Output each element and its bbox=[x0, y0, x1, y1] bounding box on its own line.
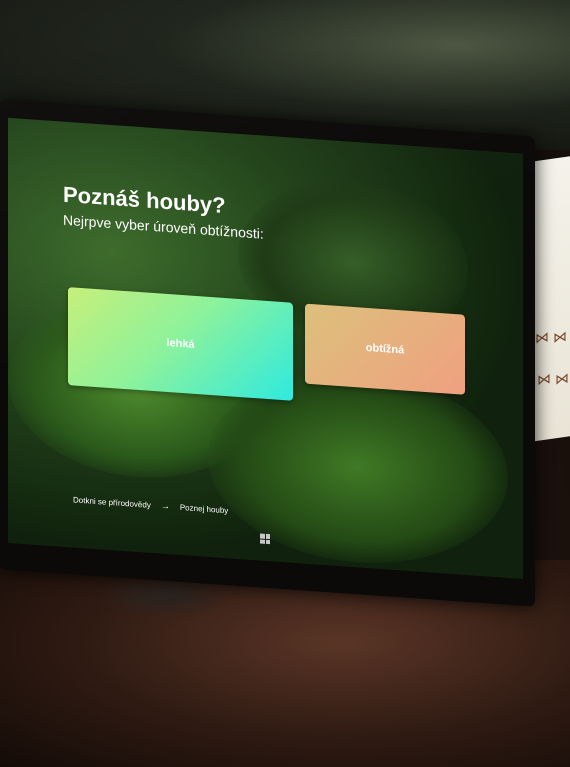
kiosk-screen: Poznáš houby? Nejrpve vyber úroveň obtíž… bbox=[8, 117, 523, 579]
breadcrumb: Dotkni se přírodovědy → Poznej houby bbox=[73, 494, 228, 515]
easy-level-button[interactable]: lehká bbox=[68, 287, 293, 401]
monitor-bezel: Poznáš houby? Nejrpve vyber úroveň obtíž… bbox=[0, 99, 535, 607]
difficulty-prompt: Nejrpve vyber úroveň obtížnosti: bbox=[63, 211, 264, 242]
butterfly-icon: ⋈ bbox=[537, 370, 551, 389]
butterfly-icon: ⋈ bbox=[555, 370, 569, 389]
easy-level-label: lehká bbox=[166, 336, 195, 351]
windows-logo-icon bbox=[260, 533, 270, 545]
butterfly-icon: ⋈ bbox=[535, 329, 549, 348]
breadcrumb-home-link[interactable]: Dotkni se přírodovědy bbox=[73, 495, 151, 509]
hard-level-button[interactable]: obtížná bbox=[305, 303, 465, 395]
arrow-right-icon: → bbox=[160, 500, 170, 512]
hard-level-label: obtížná bbox=[365, 341, 405, 357]
photo-scene: ⋈ ⋈ ⋈ ⋈ Poznáš houby? Nejrpve vyber úrov… bbox=[0, 0, 570, 767]
butterfly-icon: ⋈ bbox=[553, 328, 567, 347]
breadcrumb-current: Poznej houby bbox=[179, 502, 229, 515]
